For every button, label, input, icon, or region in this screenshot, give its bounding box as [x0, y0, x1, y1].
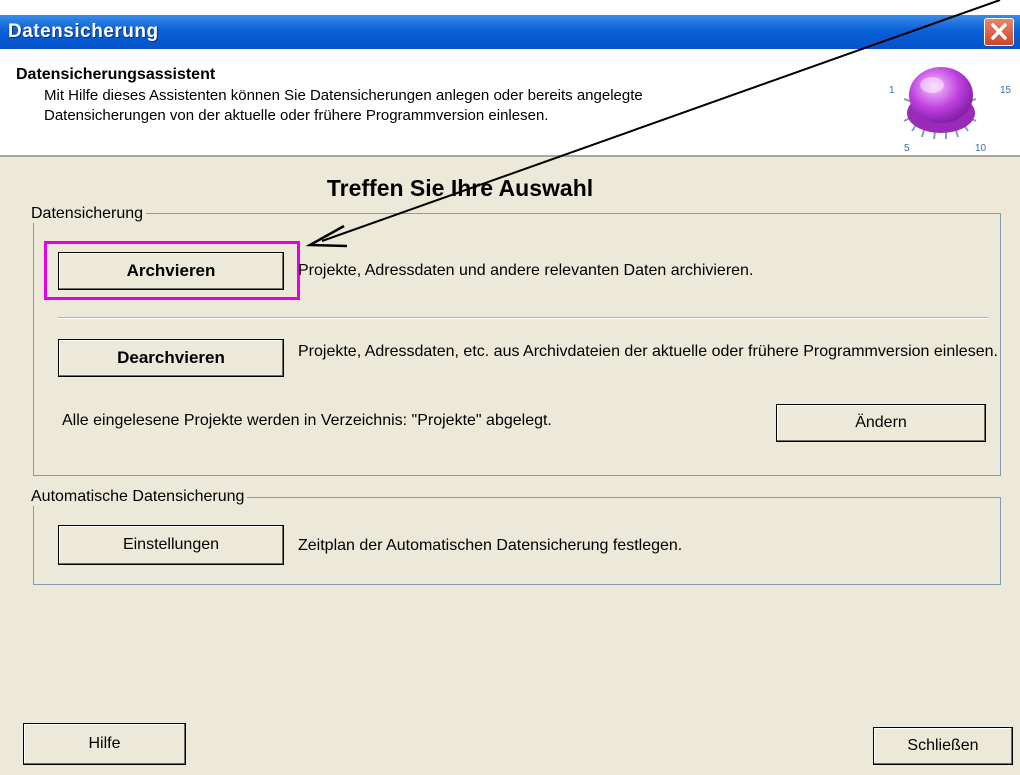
- annotation-arrow-icon: [305, 0, 1001, 248]
